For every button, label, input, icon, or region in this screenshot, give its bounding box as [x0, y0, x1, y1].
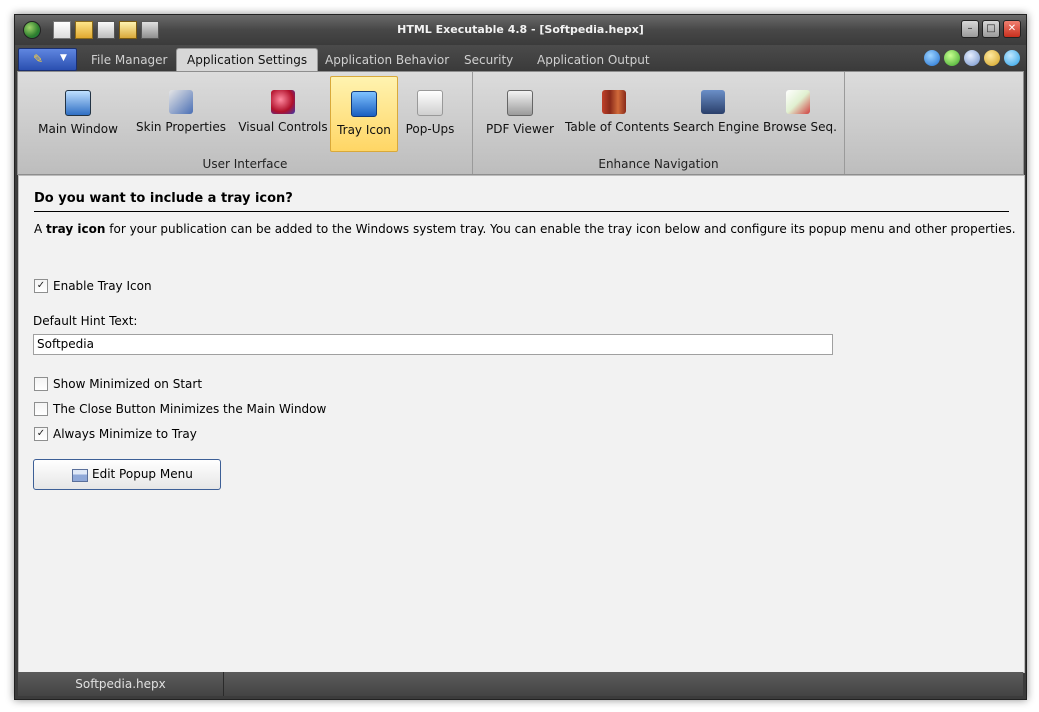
tab-application-settings[interactable]: Application Settings [176, 48, 319, 72]
ribbon-button-pdf-viewer[interactable]: PDF Viewer [485, 76, 555, 150]
checkbox-box[interactable] [34, 377, 48, 391]
group-label-enhance-navigation: Enhance Navigation [598, 157, 719, 171]
ribbon-button-main-window[interactable]: Main Window [34, 76, 122, 150]
minimize-button[interactable]: – [961, 20, 979, 38]
title-bar: HTML Executable 4.8 - [Softpedia.hepx] –… [15, 15, 1026, 45]
checkbox-box[interactable]: ✓ [34, 427, 48, 441]
close-minimizes-checkbox[interactable]: The Close Button Minimizes the Main Wind… [34, 402, 326, 416]
close-button[interactable]: ✕ [1003, 20, 1021, 38]
tab-file-manager[interactable]: File Manager [81, 50, 178, 71]
status-file-name: Softpedia.hepx [18, 672, 224, 696]
enable-tray-icon-checkbox[interactable]: ✓ Enable Tray Icon [34, 279, 152, 293]
show-minimized-checkbox[interactable]: Show Minimized on Start [34, 377, 202, 391]
users-icon[interactable] [964, 50, 980, 66]
menu-icon [72, 469, 88, 482]
award-icon[interactable] [984, 50, 1000, 66]
window-controls: – □ ✕ [961, 20, 1021, 38]
ribbon-button-table-of-contents[interactable]: Table of Contents [565, 76, 669, 150]
app-window: HTML Executable 4.8 - [Softpedia.hepx] –… [14, 14, 1027, 700]
ribbon-group-enhance-navigation: PDF Viewer Table of Contents Search Engi… [473, 72, 845, 174]
tab-application-output[interactable]: Application Output [527, 50, 660, 71]
controls-icon [271, 90, 295, 114]
brush-icon [169, 90, 193, 114]
search-engine-icon [701, 90, 725, 114]
always-minimize-checkbox[interactable]: ✓ Always Minimize to Tray [34, 427, 197, 441]
tab-application-behavior[interactable]: Application Behavior [315, 50, 459, 71]
help-icon[interactable] [924, 50, 940, 66]
application-menu-icon: ✎ [33, 52, 44, 66]
default-hint-input[interactable]: Softpedia [33, 334, 833, 355]
page-title: Do you want to include a tray icon? [34, 191, 1009, 212]
browse-sequence-icon [786, 90, 810, 114]
popups-icon [417, 90, 443, 116]
ribbon-button-visual-controls[interactable]: Visual Controls [238, 76, 328, 150]
edit-popup-menu-button[interactable]: Edit Popup Menu [33, 459, 221, 490]
tab-security[interactable]: Security [454, 50, 523, 71]
books-icon [602, 90, 626, 114]
status-bar: Softpedia.hepx [18, 672, 1023, 696]
tray-icon [351, 91, 377, 117]
default-hint-label: Default Hint Text: [33, 314, 138, 328]
pdf-icon [507, 90, 533, 116]
group-label-user-interface: User Interface [202, 157, 288, 171]
ribbon-button-browse-seq[interactable]: Browse Seq. [763, 76, 837, 150]
ribbon-panel: Main Window Skin Properties Visual Contr… [17, 71, 1024, 175]
ribbon-button-search-engine[interactable]: Search Engine [673, 76, 759, 150]
monitor-icon [65, 90, 91, 116]
ribbon-button-tray-icon[interactable]: Tray Icon [330, 76, 398, 152]
checkbox-box[interactable] [34, 402, 48, 416]
description-bold: tray icon [46, 222, 106, 236]
ribbon-group-user-interface: Main Window Skin Properties Visual Contr… [18, 72, 473, 174]
description-text: A tray icon for your publication can be … [34, 222, 1016, 236]
ribbon-button-pop-ups[interactable]: Pop-Ups [400, 76, 460, 150]
help-icons [924, 50, 1020, 66]
tray-settings-panel: Do you want to include a tray icon? A tr… [18, 175, 1025, 673]
checkbox-box[interactable]: ✓ [34, 279, 48, 293]
twitter-icon[interactable] [1004, 50, 1020, 66]
maximize-button[interactable]: □ [982, 20, 1000, 38]
application-menu-button[interactable]: ✎ ▼ [18, 48, 77, 71]
ribbon-tab-row: ✎ ▼ File Manager Application Settings Ap… [15, 45, 1026, 72]
update-icon[interactable] [944, 50, 960, 66]
ribbon-button-skin-properties[interactable]: Skin Properties [136, 76, 226, 150]
chevron-down-icon: ▼ [60, 53, 67, 63]
window-title: HTML Executable 4.8 - [Softpedia.hepx] [397, 23, 644, 36]
